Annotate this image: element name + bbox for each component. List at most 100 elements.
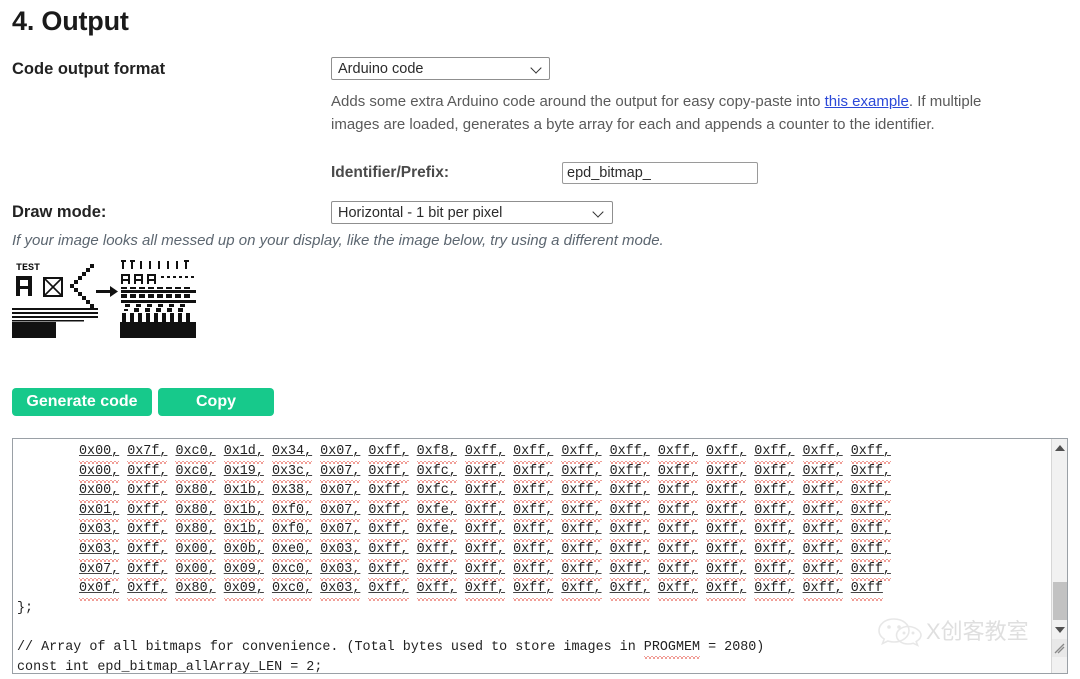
hex-token: 0x03, [320, 560, 361, 581]
hex-token: 0xff, [513, 481, 554, 503]
hex-token: 0xff, [657, 540, 699, 562]
hex-token: 0x00, [79, 481, 120, 503]
code-output-textarea[interactable]: 0x00, 0x7f, 0xc0, 0x1d, 0x34, 0x07, 0xff… [12, 438, 1068, 674]
hex-token: 0xff, [561, 520, 602, 542]
hex-token: 0xc0, [271, 560, 313, 581]
hex-token: 0xff, [561, 501, 602, 522]
hex-token: 0xff, [464, 481, 506, 503]
hex-token: 0xff, [368, 579, 409, 601]
hex-row: 0x00, 0xff, 0x80, 0x1b, 0x38, 0x07, 0xff… [15, 481, 1053, 503]
hex-token: 0xff, [127, 520, 168, 542]
hex-token: 0x01, [79, 501, 120, 522]
hex-token: 0x80, [175, 501, 216, 522]
hex-token: 0xff, [802, 462, 843, 483]
hex-token: 0xff, [609, 481, 650, 503]
code-output-content: 0x00, 0x7f, 0xc0, 0x1d, 0x34, 0x07, 0xff… [13, 439, 1053, 673]
hex-token: 0xff, [706, 501, 747, 522]
hex-token: 0x07, [320, 462, 361, 483]
code-output-format-label: Code output format [12, 60, 166, 78]
hex-token: 0xf0, [271, 520, 313, 542]
hex-token: 0x7f, [127, 442, 168, 464]
hex-token: 0xff, [464, 442, 506, 464]
spellcheck-word: epd_bitmap_allArray [97, 658, 250, 673]
hex-token: 0xff, [513, 540, 554, 562]
draw-mode-select[interactable]: Horizontal - 1 bit per pixel [331, 201, 613, 224]
hex-token: 0xff, [561, 579, 602, 601]
hex-token: 0xff, [127, 462, 168, 483]
hex-token: 0xff, [657, 560, 699, 581]
hex-token: 0xff, [464, 540, 506, 562]
hex-token: 0xc0, [175, 442, 216, 464]
hex-token: 0xff, [464, 462, 506, 483]
hex-token: 0xff, [706, 540, 747, 562]
hex-token: 0xff, [513, 442, 554, 464]
hex-row: 0x07, 0xff, 0x00, 0x09, 0xc0, 0x03, 0xff… [15, 560, 1053, 581]
hex-token: 0xff, [802, 442, 843, 464]
this-example-link[interactable]: this example [825, 93, 909, 110]
hex-token: 0xff, [416, 540, 458, 562]
hex-token: 0xff, [609, 520, 650, 542]
hex-token: 0x1b, [223, 501, 265, 522]
copy-output-button[interactable]: Copy Output [158, 388, 274, 438]
hex-token: 0xff, [127, 501, 168, 522]
spellcheck-word: PROGMEM [643, 638, 701, 659]
hex-token: 0x03, [320, 579, 361, 601]
hex-token: 0x38, [271, 481, 313, 503]
hex-token: 0xf0, [271, 501, 313, 522]
code-output-format-select[interactable]: Arduino code [331, 57, 550, 80]
hex-token: 0xff, [464, 579, 506, 601]
hex-token: 0xff, [609, 579, 650, 601]
code-output-format-description: Adds some extra Arduino code around the … [331, 90, 1021, 136]
hex-token: 0xff, [706, 560, 747, 581]
hex-token: 0xff, [127, 540, 168, 562]
hex-token: 0xfc, [416, 462, 458, 483]
hex-token: 0x03, [320, 540, 361, 562]
hex-token: 0xff, [754, 481, 795, 503]
svg-text:TEST: TEST [16, 263, 40, 274]
hex-token: 0xff, [127, 579, 168, 601]
hex-token: 0xff, [127, 481, 168, 503]
hex-token: 0xff, [368, 560, 409, 581]
hex-token: 0xff, [464, 520, 506, 542]
hex-token: 0x00, [175, 540, 216, 562]
hex-token: 0xff, [609, 501, 650, 522]
hex-token: 0xff, [802, 501, 843, 522]
hex-token: 0xff, [754, 520, 795, 542]
hex-token: 0x07, [320, 481, 361, 503]
output-section-page: 4. Output Code output format Arduino cod… [0, 0, 1080, 679]
hex-row: 0x0f, 0xff, 0x80, 0x09, 0xc0, 0x03, 0xff… [15, 579, 1053, 601]
draw-mode-label: Draw mode: [12, 203, 107, 221]
triangle-down-icon[interactable] [1052, 621, 1067, 638]
hex-row: 0x00, 0x7f, 0xc0, 0x1d, 0x34, 0x07, 0xff… [15, 442, 1053, 464]
hex-token: 0xff, [706, 462, 747, 483]
page-title: 4. Output [12, 6, 129, 36]
hex-row: 0x00, 0xff, 0xc0, 0x19, 0x3c, 0x07, 0xff… [15, 462, 1053, 483]
hex-token: 0xff, [513, 560, 554, 581]
code-close-brace: }; [17, 600, 34, 616]
hex-token: 0x07, [79, 560, 120, 581]
scrollbar-thumb[interactable] [1053, 582, 1067, 620]
hex-token: 0xff, [561, 481, 602, 503]
generate-code-button[interactable]: Generate code [12, 388, 152, 416]
hex-token: 0x00, [79, 442, 120, 464]
hex-token: 0xff, [561, 442, 602, 464]
hex-token: 0xff, [657, 442, 699, 464]
triangle-up-icon[interactable] [1052, 439, 1067, 456]
hex-token: 0xff, [706, 481, 747, 503]
resize-grip-icon[interactable] [1052, 639, 1067, 657]
code-output-scrollbar[interactable] [1051, 439, 1067, 673]
description-text-before: Adds some extra Arduino code around the … [331, 93, 825, 110]
hex-token: 0xff, [657, 462, 699, 483]
hex-token: 0xff, [754, 579, 795, 601]
identifier-prefix-input[interactable] [562, 162, 758, 184]
hex-token: 0xff, [850, 442, 892, 464]
hex-token: 0xf8, [416, 442, 458, 464]
hex-token: 0x07, [320, 442, 361, 464]
hex-token: 0xff, [368, 540, 409, 562]
hex-token: 0xff, [706, 442, 747, 464]
hex-token: 0xff, [657, 501, 699, 522]
hex-token: 0xe0, [271, 540, 313, 562]
hex-token: 0xff, [802, 560, 843, 581]
hex-token: 0x03, [79, 540, 120, 562]
hex-token: 0xff, [850, 481, 892, 503]
